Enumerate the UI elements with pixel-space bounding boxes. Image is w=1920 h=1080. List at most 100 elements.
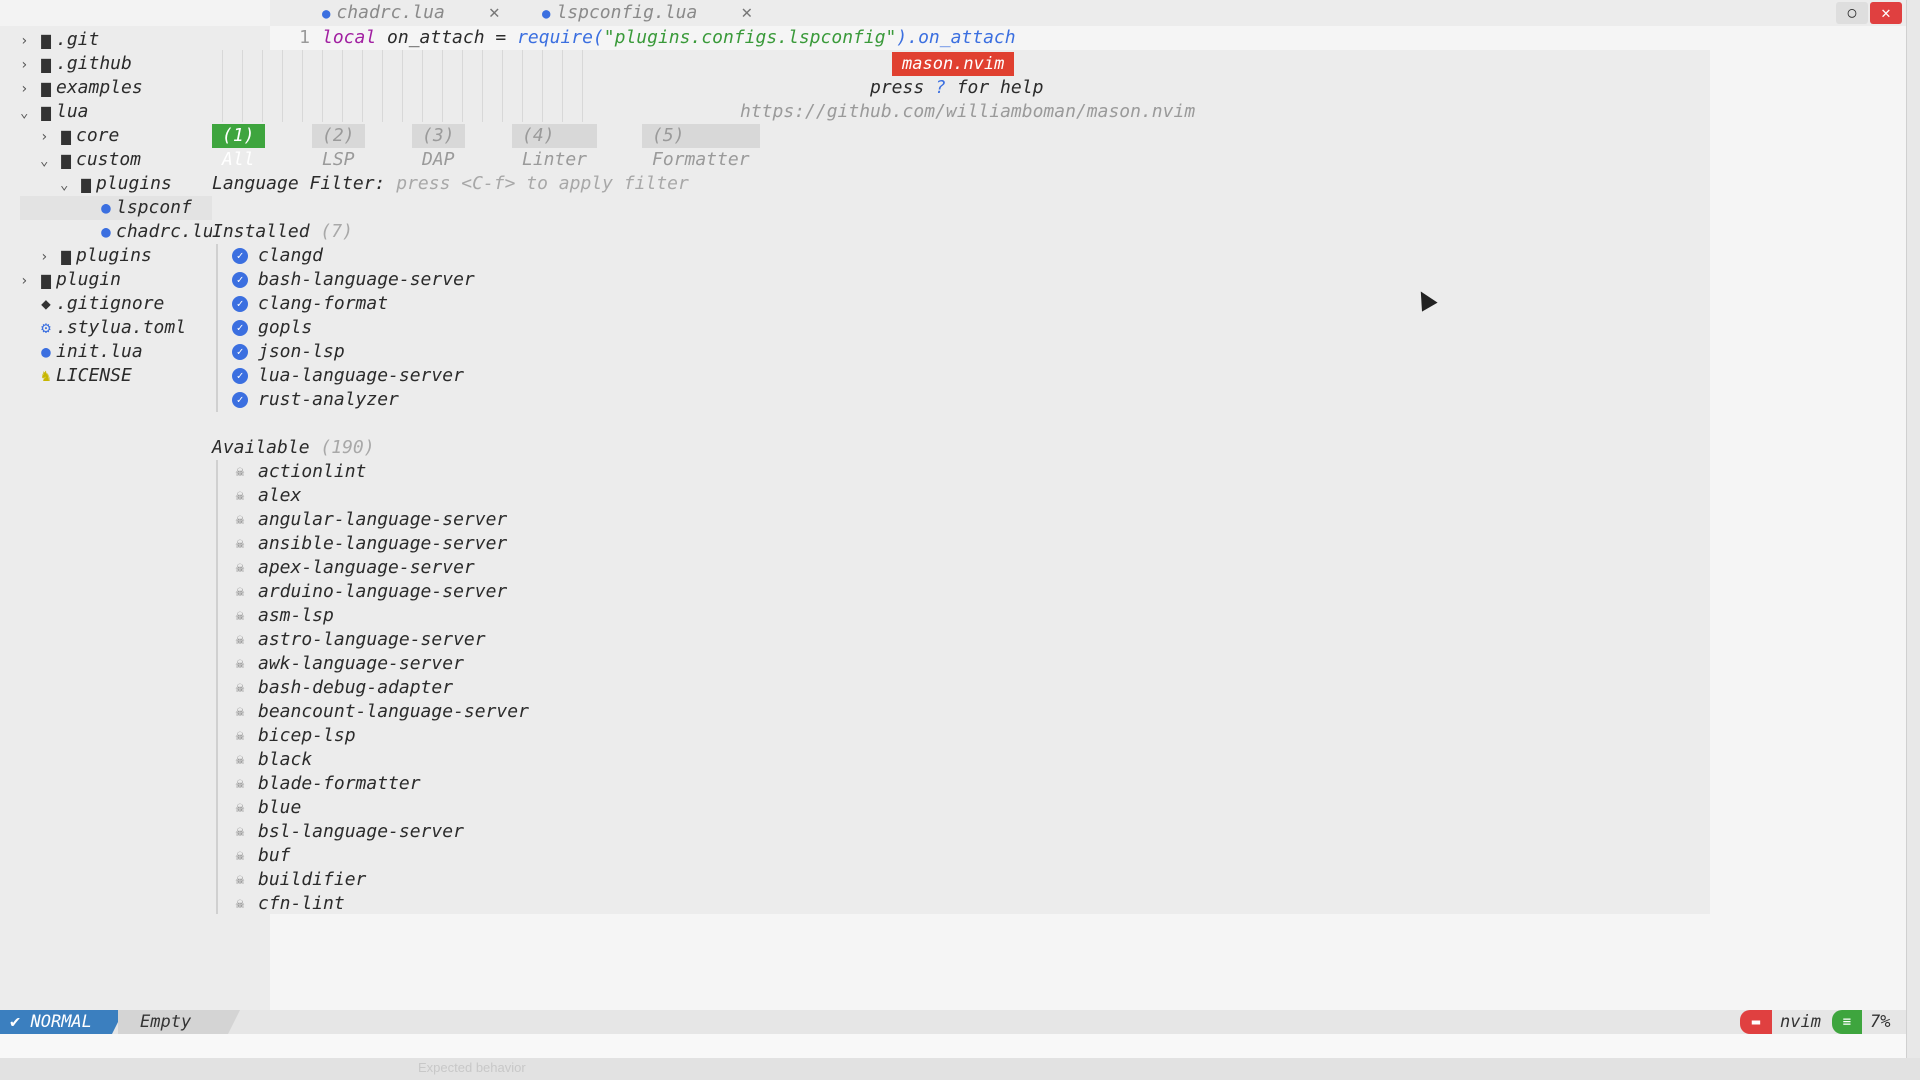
vim-icon: ✔ [10,1012,31,1032]
filter-hint: press <C-f> to apply filter [396,173,689,194]
available-package[interactable]: ☠ buf [232,844,291,868]
available-icon: ☠ [235,536,245,552]
available-package[interactable]: ☠ actionlint [232,460,367,484]
tree-item-label: chadrc.lu [116,221,214,242]
cwd-label: nvim [1780,1012,1821,1032]
installed-package[interactable]: ✓ json-lsp [232,340,345,364]
available-package[interactable]: ☠ arduino-language-server [232,580,507,604]
section-count: (7) [320,221,353,242]
check-circle-icon: ✓ [232,344,248,360]
folder-icon: ▆ [41,30,51,49]
available-package[interactable]: ☠ awk-language-server [232,652,464,676]
chevron-right-icon[interactable]: › [40,125,56,149]
package-name: asm-lsp [258,605,334,626]
available-icon: ☠ [235,752,245,768]
tree-item[interactable]: ⌄ ▆ plugins [60,172,172,196]
toggle-theme-button[interactable]: ◯ [1836,2,1868,24]
available-icon: ☠ [235,584,245,600]
chevron-down-icon[interactable]: ⌄ [40,149,56,173]
tree-item-label: plugins [96,173,172,194]
available-package[interactable]: ☠ apex-language-server [232,556,475,580]
close-icon[interactable]: ✕ [741,2,752,23]
available-package[interactable]: ☠ black [232,748,312,772]
tree-item[interactable]: › ▆ plugin [20,268,121,292]
tab-dap[interactable]: (3) DAP [412,124,465,170]
code-line: 1 local on_attach = require("plugins.conf… [270,26,1015,50]
package-name: bash-debug-adapter [258,677,454,698]
folder-icon: ▆ [41,78,51,97]
chevron-down-icon[interactable]: ⌄ [60,173,76,197]
installed-package[interactable]: ✓ bash-language-server [232,268,475,292]
function-token: require( [517,27,604,48]
chevron-right-icon[interactable]: › [20,269,36,293]
tree-item[interactable]: ◆ .gitignore [20,292,164,316]
folder-icon: ▆ [41,54,51,73]
available-heading[interactable]: Available (190) [212,436,375,460]
tree-item[interactable]: ⌄ ▆ custom [40,148,141,172]
available-package[interactable]: ☠ bicep-lsp [232,724,356,748]
license-icon: ♞ [41,366,51,385]
installed-package[interactable]: ✓ clangd [232,244,323,268]
chevron-right-icon[interactable]: › [20,53,36,77]
tree-item[interactable]: › ▆ examples [20,76,143,100]
chevron-right-icon[interactable]: › [20,29,36,53]
available-package[interactable]: ☠ bash-debug-adapter [232,676,453,700]
available-icon: ☠ [235,632,245,648]
available-package[interactable]: ☠ astro-language-server [232,628,486,652]
available-package[interactable]: ☠ cfn-lint [232,892,345,916]
tab-lsp[interactable]: (2) LSP [312,124,365,170]
installed-package[interactable]: ✓ clang-format [232,292,388,316]
tree-item[interactable]: ● init.lua [20,340,143,364]
tree-item[interactable]: ● chadrc.lu [80,220,214,244]
package-name: black [258,749,313,770]
folder-icon: ▬ [1740,1010,1772,1034]
tab-lspconfig[interactable]: ● lspconfig.lua ✕ [542,0,752,26]
chevron-down-icon[interactable]: ⌄ [20,101,36,125]
package-name: bash-language-server [258,269,475,290]
tree-item[interactable]: ⌄ ▆ lua [20,100,89,124]
tab-formatter[interactable]: (5) Formatter [642,124,760,170]
available-package[interactable]: ☠ blue [232,796,302,820]
available-package[interactable]: ☠ blade-formatter [232,772,421,796]
available-package[interactable]: ☠ ansible-language-server [232,532,507,556]
available-package[interactable]: ☠ alex [232,484,302,508]
language-filter[interactable]: Language Filter: press <C-f> to apply fi… [212,172,689,196]
tab-linter[interactable]: (4) Linter [512,124,598,170]
tree-item[interactable]: › ▆ .github [20,52,132,76]
tree-item[interactable]: ♞ LICENSE [20,364,132,388]
available-package[interactable]: ☠ beancount-language-server [232,700,529,724]
package-name: blade-formatter [258,773,421,794]
buffer-separator [228,1010,240,1034]
installed-package[interactable]: ✓ lua-language-server [232,364,464,388]
mason-url[interactable]: https://github.com/williamboman/mason.nv… [740,100,1195,124]
chevron-right-icon[interactable]: › [40,245,56,269]
package-name: clangd [258,245,324,266]
available-package[interactable]: ☠ bsl-language-server [232,820,464,844]
footer-text: Expected behavior [418,1060,526,1075]
package-name: alex [258,485,302,506]
tree-item-label: .github [56,53,132,74]
chevron-right-icon[interactable]: › [20,77,36,101]
tab-all[interactable]: (1) All [212,124,265,170]
scroll-percent: 7% [1870,1012,1891,1032]
close-icon[interactable]: ✕ [489,2,500,23]
available-icon: ☠ [235,608,245,624]
tree-item[interactable]: ⚙ .stylua.toml [20,316,186,340]
package-name: json-lsp [258,341,345,362]
command-line[interactable] [0,1034,1906,1058]
installed-heading[interactable]: Installed (7) [212,220,353,244]
folder-icon: ▆ [41,270,51,289]
installed-package[interactable]: ✓ rust-analyzer [232,388,399,412]
available-package[interactable]: ☠ asm-lsp [232,604,334,628]
tab-chadrc[interactable]: ● chadrc.lua ✕ [322,0,500,26]
tree-item[interactable]: › ▆ plugins [40,244,152,268]
help-prefix: press [870,77,936,98]
available-package[interactable]: ☠ angular-language-server [232,508,507,532]
tree-item[interactable]: › ▆ .git [20,28,99,52]
available-package[interactable]: ☠ buildifier [232,868,367,892]
tree-item-label: .gitignore [56,293,165,314]
installed-package[interactable]: ✓ gopls [232,316,312,340]
tree-item[interactable]: › ▆ core [40,124,119,148]
package-name: bsl-language-server [258,821,464,842]
close-window-button[interactable]: ✕ [1870,2,1902,24]
